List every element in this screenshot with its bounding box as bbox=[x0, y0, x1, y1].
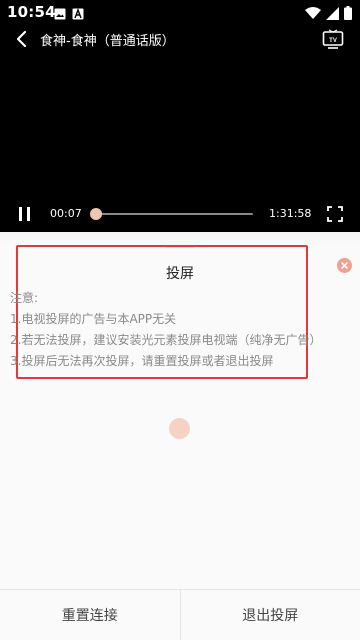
loading-indicator bbox=[169, 418, 190, 439]
tv-cast-icon[interactable]: TV bbox=[322, 29, 344, 49]
progress-thumb[interactable] bbox=[90, 208, 103, 220]
signal-icon bbox=[326, 5, 339, 24]
image-icon bbox=[54, 5, 66, 24]
status-time: 10:54 bbox=[7, 3, 56, 21]
video-title: 食神-食神（普通话版） bbox=[40, 34, 175, 49]
pause-icon[interactable] bbox=[16, 205, 34, 223]
current-time: 00:07 bbox=[50, 207, 82, 220]
player-controls: 00:07 1:31:58 bbox=[0, 202, 360, 226]
close-icon[interactable] bbox=[337, 258, 352, 273]
notes-header: 注意: bbox=[10, 291, 39, 305]
note-item: 3.投屏后无法再次投屏，请重置投屏或者退出投屏 bbox=[10, 354, 274, 368]
video-header: 食神-食神（普通话版） TV bbox=[0, 24, 360, 54]
video-player[interactable]: 食神-食神（普通话版） TV 00:07 1:31:58 bbox=[0, 24, 360, 232]
notes: 注意: 1.电视投屏的广告与本APP无关 2.若无法投屏，建议安装光元素投屏电视… bbox=[10, 288, 321, 372]
reset-connection-button[interactable]: 重置连接 bbox=[0, 590, 180, 640]
exit-cast-button[interactable]: 退出投屏 bbox=[181, 590, 360, 640]
footer-actions: 重置连接 退出投屏 bbox=[0, 589, 360, 640]
status-bar: 10:54 bbox=[0, 0, 360, 24]
total-time: 1:31:58 bbox=[269, 207, 312, 220]
progress-bar[interactable] bbox=[90, 208, 253, 220]
cast-panel: 投屏 注意: 1.电视投屏的广告与本APP无关 2.若无法投屏，建议安装光元素投… bbox=[0, 232, 360, 640]
battery-icon bbox=[344, 5, 352, 24]
note-item: 2.若无法投屏，建议安装光元素投屏电视端（纯净无广告） bbox=[10, 333, 322, 347]
panel-title: 投屏 bbox=[166, 266, 194, 282]
panel-separator bbox=[0, 232, 360, 244]
svg-text:TV: TV bbox=[329, 38, 337, 44]
a-badge-icon bbox=[72, 5, 84, 24]
back-icon[interactable] bbox=[12, 29, 32, 49]
note-item: 1.电视投屏的广告与本APP无关 bbox=[10, 312, 177, 326]
wifi-icon bbox=[305, 5, 321, 24]
fullscreen-icon[interactable] bbox=[326, 205, 344, 223]
